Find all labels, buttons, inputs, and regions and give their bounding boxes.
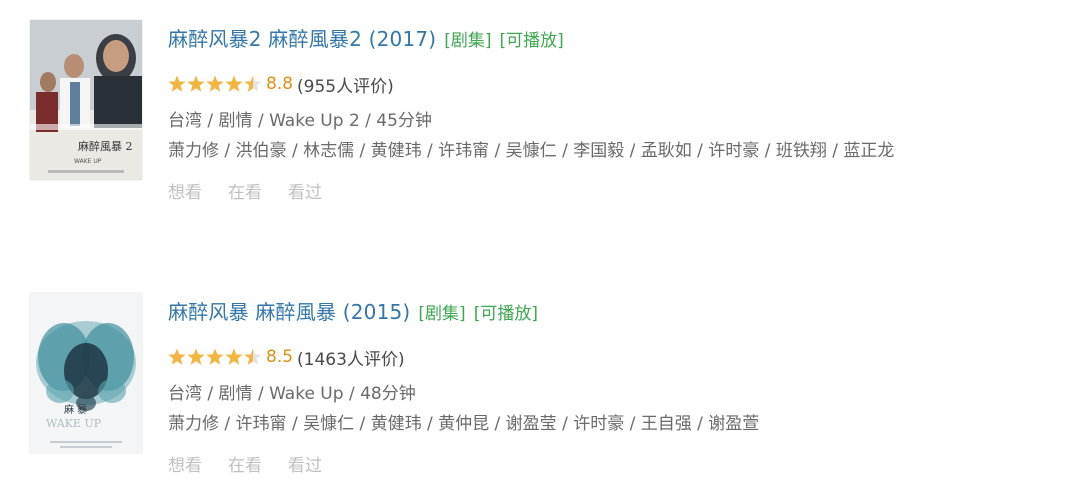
cast-list: 萧力修 / 洪伯豪 / 林志儒 / 黄健玮 / 许玮甯 / 吴慷仁 / 李国毅 … [168,141,895,161]
star-filled [225,348,243,365]
star-filled [206,75,224,92]
rating-row: 8.8 (955人评价) [168,70,1070,98]
tag-series[interactable]: [剧集] [444,22,491,60]
svg-text:WAKE UP: WAKE UP [74,158,102,165]
result-info: 麻醉风暴 麻醉風暴 (2015) [剧集] [可播放] 8.5 (1463人评价… [168,293,1070,476]
meta-info: 台湾 / 剧情 / Wake Up 2 / 45分钟 [168,111,432,131]
title-link[interactable]: 麻醉风暴 麻醉風暴 (2015) [168,293,410,331]
star-filled [168,75,186,92]
drama-poster-inkblot-icon: 麻 暴 WAKE UP [30,293,142,453]
want-to-watch-button[interactable]: 想看 [168,178,202,203]
result-item: 麻 暴 WAKE UP 麻醉风暴 麻醉風暴 (2015) [剧集] [可播放] … [30,293,1070,476]
svg-text:麻 暴: 麻 暴 [64,403,87,416]
star-filled [206,348,224,365]
watched-button[interactable]: 看过 [288,451,322,476]
rating-stars-icon [168,347,264,367]
drama-poster-hospital-icon: 麻醉風暴 2 WAKE UP [30,20,142,180]
star-filled [187,348,205,365]
rating-score: 8.5 [266,347,294,367]
tag-playable[interactable]: [可播放] [500,22,564,60]
search-result-list: 麻醉風暴 2 WAKE UP 麻醉风暴2 麻醉風暴2 (2017) [剧集] [… [30,20,1070,476]
star-filled [225,75,243,92]
star-filled [187,75,205,92]
action-row: 想看 在看 看过 [168,451,1070,476]
result-item: 麻醉風暴 2 WAKE UP 麻醉风暴2 麻醉風暴2 (2017) [剧集] [… [30,20,1070,203]
title-row: 麻醉风暴 麻醉風暴 (2015) [剧集] [可播放] [168,293,1070,331]
action-row: 想看 在看 看过 [168,178,1070,203]
rating-count[interactable]: (1463人评价) [297,345,405,370]
title-row: 麻醉风暴2 麻醉風暴2 (2017) [剧集] [可播放] [168,20,1070,58]
rating-stars-icon [168,74,264,94]
poster-image[interactable]: 麻 暴 WAKE UP [30,293,142,453]
watching-button[interactable]: 在看 [228,178,262,203]
rating-row: 8.5 (1463人评价) [168,343,1070,371]
svg-text:麻醉風暴 2: 麻醉風暴 2 [78,139,133,153]
watching-button[interactable]: 在看 [228,451,262,476]
tag-playable[interactable]: [可播放] [474,295,538,333]
rating-count[interactable]: (955人评价) [297,72,394,97]
cast-list: 萧力修 / 许玮甯 / 吴慷仁 / 黄健玮 / 黄仲昆 / 谢盈莹 / 许时豪 … [168,414,760,434]
title-link[interactable]: 麻醉风暴2 麻醉風暴2 (2017) [168,20,436,58]
rating-score: 8.8 [266,74,294,94]
poster-image[interactable]: 麻醉風暴 2 WAKE UP [30,20,142,180]
star-filled [168,348,186,365]
watched-button[interactable]: 看过 [288,178,322,203]
want-to-watch-button[interactable]: 想看 [168,451,202,476]
result-info: 麻醉风暴2 麻醉風暴2 (2017) [剧集] [可播放] 8.8 (955人评… [168,20,1070,203]
svg-text:WAKE UP: WAKE UP [46,417,102,430]
tag-series[interactable]: [剧集] [418,295,465,333]
meta-info: 台湾 / 剧情 / Wake Up / 48分钟 [168,384,416,404]
